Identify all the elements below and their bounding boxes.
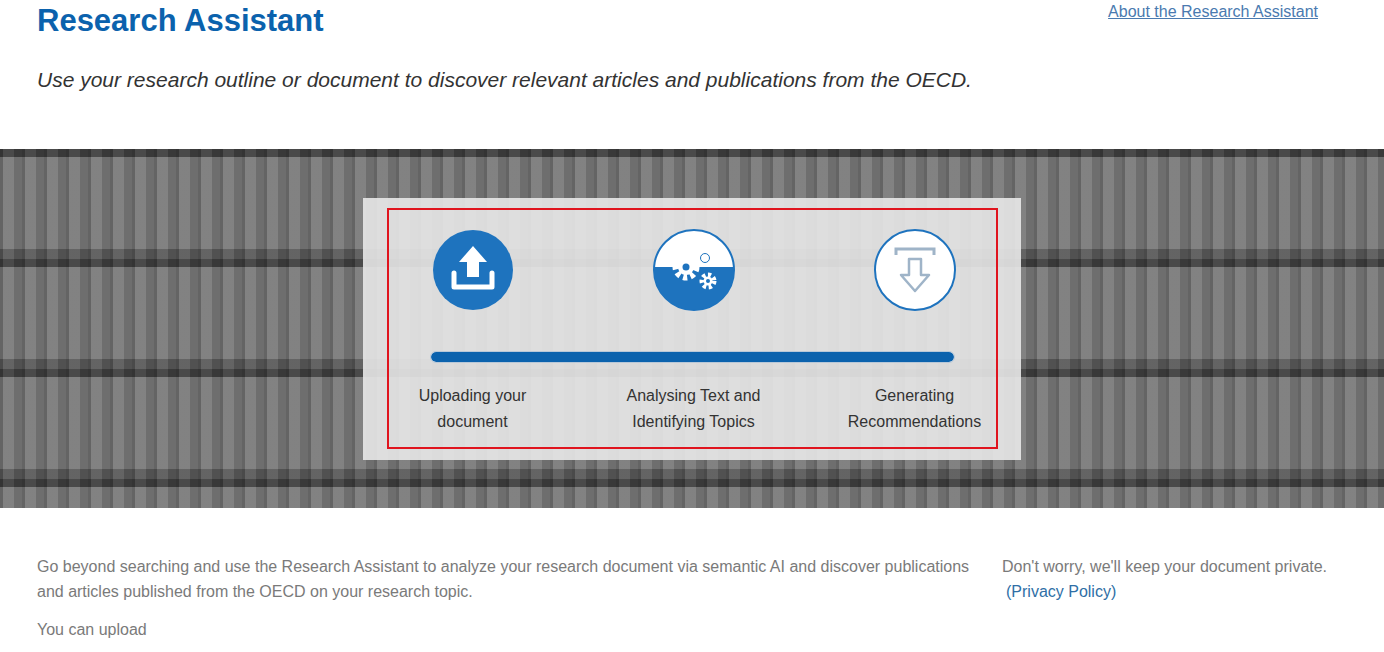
progress-panel: Uploading your document Analysing Text an…	[363, 198, 1021, 460]
header-top: Research Assistant About the Research Ass…	[37, 0, 1318, 40]
step-icon-cell	[610, 229, 778, 311]
gears-icon	[653, 229, 735, 311]
privacy-policy-link[interactable]: (Privacy Policy)	[1006, 579, 1116, 604]
upload-hint: You can upload	[37, 617, 977, 642]
step-label: Analysing Text and Identifying Topics	[610, 383, 778, 435]
step-label: Generating Recommendations	[831, 383, 999, 435]
progress-fill	[431, 352, 954, 362]
research-assistant-page: Research Assistant About the Research Ass…	[0, 0, 1384, 652]
intro-column: Go beyond searching and use the Research…	[37, 554, 977, 642]
progress-bar	[430, 351, 955, 363]
step-label: Uploading your document	[389, 383, 557, 435]
library-banner: Uploading your document Analysing Text an…	[0, 149, 1384, 508]
upload-icon	[432, 229, 514, 311]
step-icons	[389, 229, 996, 311]
privacy-text: Don't worry, we'll keep your document pr…	[1002, 554, 1354, 579]
step-icon-cell	[389, 229, 557, 311]
step-labels: Uploading your document Analysing Text an…	[389, 383, 996, 435]
download-icon	[874, 229, 956, 311]
privacy-column: Don't worry, we'll keep your document pr…	[1002, 554, 1354, 642]
page-header: Research Assistant About the Research Ass…	[0, 0, 1384, 149]
page-title: Research Assistant	[37, 2, 324, 40]
step-icon-cell	[831, 229, 999, 311]
info-section: Go beyond searching and use the Research…	[0, 508, 1384, 642]
intro-text: Go beyond searching and use the Research…	[37, 554, 977, 604]
about-link[interactable]: About the Research Assistant	[1108, 2, 1318, 22]
page-subtitle: Use your research outline or document to…	[37, 66, 997, 94]
progress-frame: Uploading your document Analysing Text an…	[387, 208, 998, 449]
